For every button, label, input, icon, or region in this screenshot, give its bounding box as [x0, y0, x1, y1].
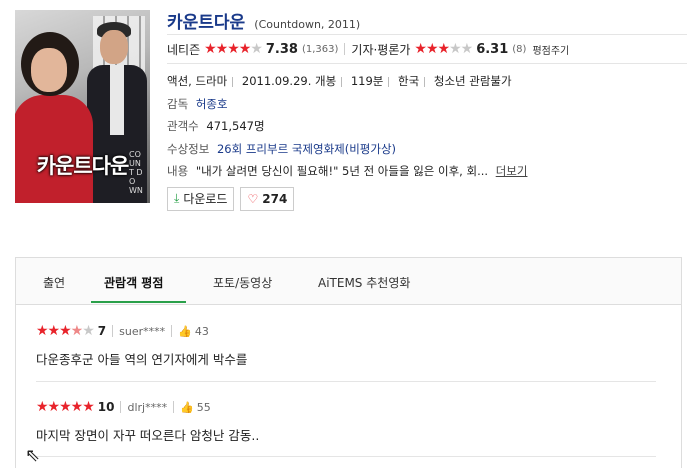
critic-count: (8)	[512, 43, 527, 55]
more-link[interactable]: 더보기	[496, 164, 528, 178]
plot-summary: "내가 살려면 당신이 필요해!" 5년 전 아들을 잃은 이후, 회...	[195, 164, 489, 178]
movie-meta: 액션, 드라마 2011.09.29. 개봉 119분 한국 청소년 관람불가 …	[167, 70, 687, 183]
review-panel: 출연 관람객 평점 포토/동영상 AiTEMS 추천영화 ★★★★★ 7 sue…	[15, 257, 682, 468]
divider	[112, 325, 114, 337]
heart-icon: ♡	[247, 191, 259, 206]
netizen-score: 7.38	[265, 41, 298, 57]
rate-movie-link[interactable]: 평점주기	[532, 42, 569, 57]
review-divider	[36, 381, 656, 382]
tab-aitems[interactable]: AiTEMS 추천영화	[318, 274, 410, 291]
plot-row: 내용 "내가 살려면 당신이 필요해!" 5년 전 아들을 잃은 이후, 회..…	[167, 160, 687, 183]
tab-photo-video[interactable]: 포토/동영상	[213, 274, 272, 291]
like-count: 274	[262, 191, 288, 206]
divider	[173, 401, 175, 413]
release-date: 2011.09.29. 개봉	[241, 74, 337, 88]
review-divider	[36, 456, 656, 457]
netizen-stars: ★★★★★	[204, 41, 263, 57]
review-header: ★★★★★ 7 suer**** 👍 43	[36, 323, 656, 339]
title-row: 카운트다운 (Countdown, 2011)	[167, 8, 687, 34]
divider	[344, 43, 346, 55]
thumbs-up-icon[interactable]: 👍	[180, 401, 194, 414]
critic-label: 기자·평론가	[351, 42, 411, 57]
award-label: 수상정보	[167, 141, 210, 156]
review-score: 7	[97, 324, 107, 338]
audience-count: 471,547명	[206, 119, 265, 133]
director-label: 감독	[167, 96, 189, 111]
review-user: suer****	[119, 324, 166, 338]
award-row: 수상정보 26회 프리부르 국제영화제(비평가상)	[167, 138, 687, 161]
download-label: 다운로드	[183, 192, 228, 206]
divider	[424, 76, 426, 87]
mouse-pointer-icon: ⇖	[25, 445, 41, 466]
movie-title[interactable]: 카운트다운	[167, 13, 245, 33]
netizen-label: 네티즌	[167, 42, 201, 57]
tab-audience-ratings[interactable]: 관람객 평점	[104, 274, 163, 291]
tab-cast[interactable]: 출연	[43, 274, 65, 291]
rating-row: 네티즌 ★★★★★ 7.38 (1,363) 기자·평론가 ★★★★★ 6.31…	[167, 34, 687, 64]
review-user: dlrj****	[127, 400, 168, 414]
critic-stars: ★★★★★	[414, 41, 473, 57]
review-text: 마지막 장면이 자꾸 떠오른다 암청난 감동..	[36, 428, 260, 443]
audience-label: 관객수	[167, 119, 199, 133]
poster-man-shirt	[110, 65, 124, 135]
basic-info-row: 액션, 드라마 2011.09.29. 개봉 119분 한국 청소년 관람불가	[167, 70, 687, 93]
movie-info: 카운트다운 (Countdown, 2011) 네티즌 ★★★★★ 7.38 (…	[167, 8, 687, 211]
divider	[171, 325, 173, 337]
director-link[interactable]: 허종호	[196, 97, 228, 111]
award-link[interactable]: 26회 프리부르 국제영화제(비평가상)	[217, 142, 396, 156]
critic-score: 6.31	[476, 41, 509, 57]
divider	[232, 76, 234, 87]
poster-man-face	[100, 30, 128, 64]
audience-row: 관객수 471,547명	[167, 115, 687, 138]
review-stars: ★★★★★	[36, 323, 95, 339]
review-item: ★★★★★ 10 dlrj**** 👍 55 마지막 장면이 자꾸 떠오른다 암…	[36, 399, 656, 444]
review-likes: 43	[194, 324, 209, 338]
divider	[341, 76, 343, 87]
review-likes: 55	[196, 400, 211, 414]
tab-bar: 출연 관람객 평점 포토/동영상 AiTEMS 추천영화	[16, 258, 681, 305]
action-buttons: ⤓ 다운로드 ♡ 274	[167, 186, 687, 211]
review-item: ★★★★★ 7 suer**** 👍 43 다운종후군 아들 역의 연기자에게 …	[36, 323, 656, 368]
thumbs-up-icon[interactable]: 👍	[178, 325, 192, 338]
genre[interactable]: 액션, 드라마	[167, 74, 227, 88]
review-stars: ★★★★★	[36, 399, 95, 415]
director-row: 감독 허종호	[167, 93, 687, 116]
age-grade: 청소년 관람불가	[433, 74, 512, 88]
poster-side-text: COUNT DOWN	[129, 150, 143, 195]
review-text: 다운종후군 아들 역의 연기자에게 박수를	[36, 352, 248, 367]
divider	[120, 401, 122, 413]
divider	[388, 76, 390, 87]
like-button[interactable]: ♡ 274	[240, 186, 295, 211]
country[interactable]: 한국	[398, 74, 419, 88]
plot-label: 내용	[167, 164, 189, 178]
poster-woman-face	[31, 48, 67, 92]
movie-poster[interactable]: 카운트다운 COUNT DOWN	[15, 10, 150, 203]
download-icon: ⤓	[174, 191, 180, 205]
review-score: 10	[97, 400, 115, 414]
netizen-count: (1,363)	[301, 43, 339, 55]
review-header: ★★★★★ 10 dlrj**** 👍 55	[36, 399, 656, 415]
poster-woman	[15, 95, 93, 203]
download-button[interactable]: ⤓ 다운로드	[167, 186, 235, 211]
runtime: 119분	[350, 74, 384, 88]
movie-subtitle: (Countdown, 2011)	[254, 18, 361, 31]
active-tab-indicator	[91, 301, 186, 303]
